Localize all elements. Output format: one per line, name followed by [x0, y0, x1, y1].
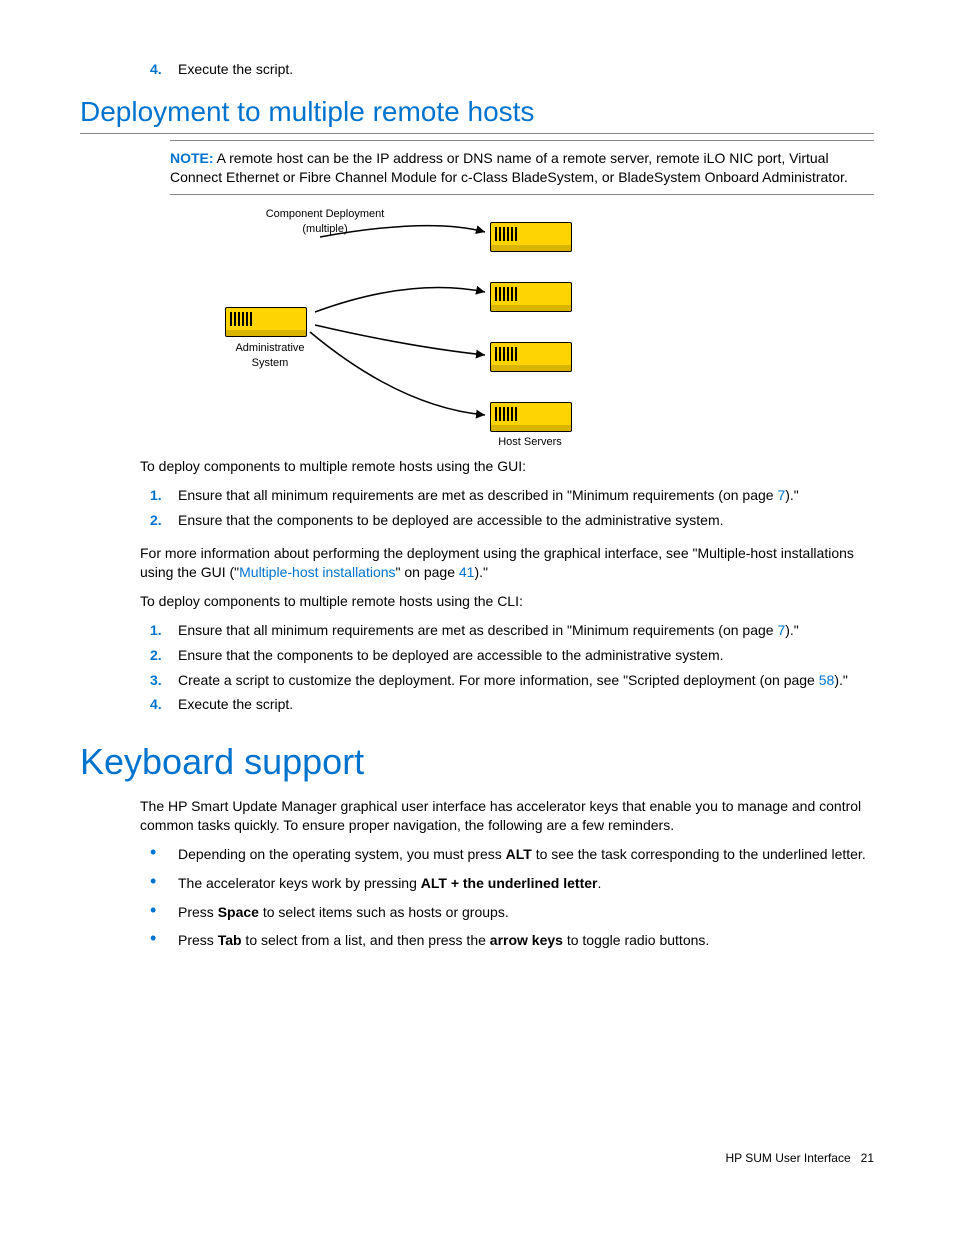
- cli-steps: 1. Ensure that all minimum requirements …: [80, 621, 874, 715]
- step-text: Ensure that the components to be deploye…: [178, 511, 724, 530]
- list-item: 4. Execute the script.: [80, 695, 874, 714]
- orphan-step-list: 4. Execute the script.: [80, 60, 874, 79]
- page-link[interactable]: 41: [459, 564, 475, 580]
- list-item: 2. Ensure that the components to be depl…: [80, 646, 874, 665]
- footer-page: 21: [861, 1151, 874, 1165]
- note-box: NOTE: A remote host can be the IP addres…: [170, 140, 874, 196]
- step-text: Ensure that all minimum requirements are…: [178, 621, 799, 640]
- paragraph: The HP Smart Update Manager graphical us…: [140, 797, 874, 835]
- list-item: • The accelerator keys work by pressing …: [80, 874, 874, 893]
- step-number: 2.: [150, 646, 178, 665]
- step-number: 4.: [150, 60, 178, 79]
- gui-steps: 1. Ensure that all minimum requirements …: [80, 486, 874, 530]
- step-text: Execute the script.: [178, 60, 293, 79]
- paragraph: To deploy components to multiple remote …: [140, 457, 874, 476]
- bullet-text: The accelerator keys work by pressing AL…: [178, 874, 601, 893]
- bullet-icon: •: [150, 903, 178, 922]
- list-item: • Press Space to select items such as ho…: [80, 903, 874, 922]
- deployment-diagram: Component Deployment (multiple) Administ…: [170, 207, 610, 447]
- bullet-icon: •: [150, 931, 178, 950]
- list-item: 1. Ensure that all minimum requirements …: [80, 486, 874, 505]
- list-item: • Press Tab to select from a list, and t…: [80, 931, 874, 950]
- list-item: • Depending on the operating system, you…: [80, 845, 874, 864]
- list-item: 2. Ensure that the components to be depl…: [80, 511, 874, 530]
- step-text: Execute the script.: [178, 695, 293, 714]
- section-heading-deployment: Deployment to multiple remote hosts: [80, 93, 874, 134]
- footer-label: HP SUM User Interface: [725, 1151, 850, 1165]
- bullet-icon: •: [150, 845, 178, 864]
- step-number: 3.: [150, 671, 178, 690]
- list-item: 1. Ensure that all minimum requirements …: [80, 621, 874, 640]
- step-text: Ensure that the components to be deploye…: [178, 646, 724, 665]
- note-text: A remote host can be the IP address or D…: [170, 150, 848, 185]
- step-number: 2.: [150, 511, 178, 530]
- bullet-text: Press Space to select items such as host…: [178, 903, 509, 922]
- bullet-text: Depending on the operating system, you m…: [178, 845, 866, 864]
- note-label: NOTE:: [170, 150, 214, 166]
- step-number: 4.: [150, 695, 178, 714]
- step-number: 1.: [150, 621, 178, 640]
- paragraph: For more information about performing th…: [140, 544, 874, 582]
- page-link[interactable]: Multiple-host installations: [239, 564, 395, 580]
- paragraph: To deploy components to multiple remote …: [140, 592, 874, 611]
- step-number: 1.: [150, 486, 178, 505]
- page-link[interactable]: 58: [819, 672, 835, 688]
- page-footer: HP SUM User Interface 21: [80, 1150, 874, 1166]
- step-text: Ensure that all minimum requirements are…: [178, 486, 799, 505]
- bullet-icon: •: [150, 874, 178, 893]
- list-item: 4. Execute the script.: [80, 60, 874, 79]
- keyboard-bullets: • Depending on the operating system, you…: [80, 845, 874, 951]
- chapter-heading-keyboard: Keyboard support: [80, 738, 874, 787]
- arrows-icon: [170, 207, 610, 447]
- step-text: Create a script to customize the deploym…: [178, 671, 848, 690]
- list-item: 3. Create a script to customize the depl…: [80, 671, 874, 690]
- bullet-text: Press Tab to select from a list, and the…: [178, 931, 709, 950]
